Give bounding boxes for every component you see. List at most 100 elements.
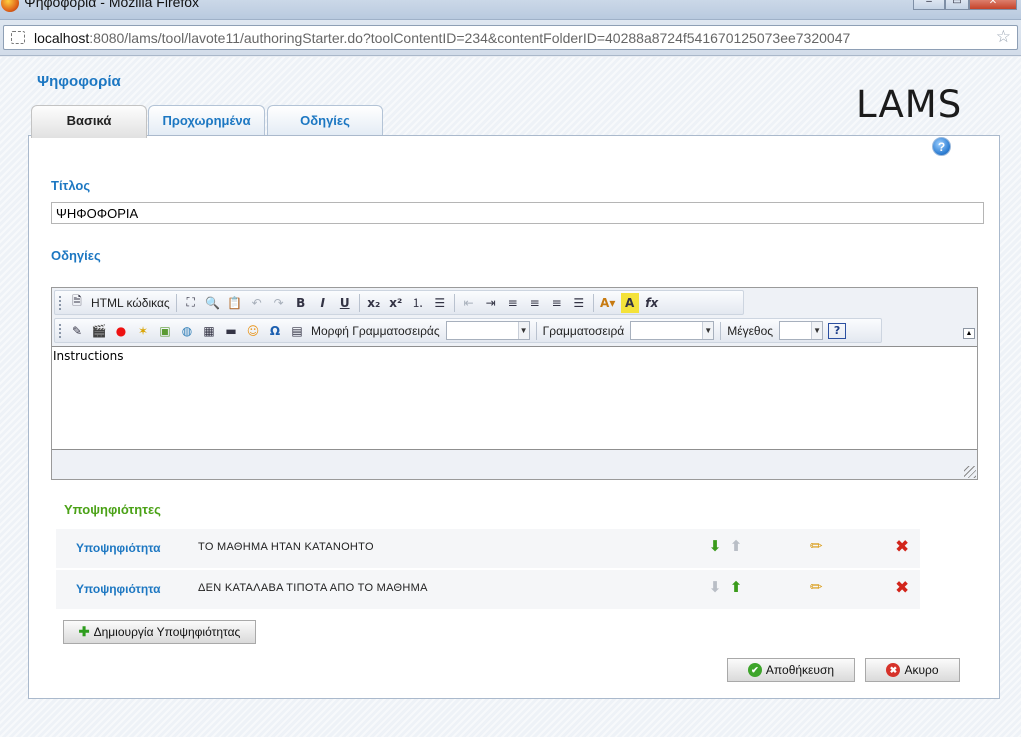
size-label: Μέγεθος	[727, 323, 774, 338]
move-down-icon[interactable]: ⬇	[707, 539, 723, 555]
candidate-row: Υποψηφιότητα ΤΟ ΜΑΘΗΜΑ ΗΤΑΝ ΚΑΤΑΝΟΗΤΟ ⬇ …	[56, 529, 920, 569]
save-label: Αποθήκευση	[765, 663, 835, 677]
candidate-label: Υποψηφιότητα	[76, 582, 161, 596]
chevron-down-icon: ▼	[811, 322, 823, 339]
align-right-icon[interactable]: ≡	[548, 293, 566, 313]
image-icon[interactable]: ▣	[156, 321, 174, 341]
formula-icon[interactable]: fx	[643, 293, 661, 313]
resize-handle[interactable]	[964, 466, 976, 478]
page-title: Ψηφοφορία	[37, 73, 121, 90]
justify-icon[interactable]: ☰	[570, 293, 588, 313]
move-up-icon[interactable]: ⬆	[728, 580, 744, 596]
html-source-icon: 🗎	[72, 294, 82, 308]
video-icon[interactable]: 🎬	[90, 321, 108, 341]
lams-logo: LAMS	[856, 83, 962, 126]
toolbar-separator	[592, 293, 594, 312]
tab-basic[interactable]: Βασικά	[31, 105, 147, 138]
paste-icon[interactable]: 📋	[226, 293, 244, 313]
redo-icon[interactable]: ↷	[270, 293, 288, 313]
font-select[interactable]: ▼	[630, 321, 715, 340]
numbered-list-icon[interactable]: ⒈	[409, 293, 427, 313]
url-path: :8080/lams/tool/lavote11/authoringStarte…	[89, 30, 851, 46]
chevron-down-icon: ▼	[517, 322, 529, 339]
font-format-select[interactable]: ▼	[445, 321, 530, 340]
outdent-icon[interactable]: ⇤	[460, 293, 478, 313]
address-bar: localhost:8080/lams/tool/lavote11/author…	[0, 20, 1021, 56]
special-char-icon[interactable]: Ω	[266, 321, 284, 341]
smiley-icon[interactable]: ☺	[244, 321, 262, 341]
editor-toolbar-row-1: 🗎 HTML κώδικας ⛶ 🔍 📋 ↶ ↷ B I U x₂ x² ⒈ ☰…	[54, 290, 744, 315]
toolbar-grip	[59, 295, 62, 310]
subscript-icon[interactable]: x₂	[365, 293, 383, 313]
editor-toolbar-row-2: ✎ 🎬 ● ✶ ▣ ◍ ▦ ▬ ☺ Ω ▤ Μορφή Γραμματοσειρ…	[54, 318, 882, 343]
horizontal-rule-icon[interactable]: ▬	[222, 321, 240, 341]
minimize-icon[interactable]: –	[913, 0, 945, 10]
underline-icon[interactable]: U	[336, 293, 354, 313]
close-icon[interactable]: ✕	[969, 0, 1017, 10]
undo-icon[interactable]: ↶	[248, 293, 266, 313]
paint-icon[interactable]: ✎	[68, 321, 86, 341]
align-center-icon[interactable]: ≡	[526, 293, 544, 313]
save-button[interactable]: ✔ Αποθήκευση	[727, 658, 855, 682]
url-field[interactable]: localhost:8080/lams/tool/lavote11/author…	[3, 25, 1018, 50]
text-color-icon[interactable]: A▾	[599, 293, 617, 313]
candidate-text: ΔΕΝ ΚΑΤΑΛΑΒΑ ΤΙΠΟΤΑ ΑΠΟ ΤΟ ΜΑΘΗΜΑ	[198, 582, 428, 594]
plus-icon: ✚	[78, 624, 90, 639]
instructions-editor-body[interactable]: Instructions	[52, 346, 977, 450]
candidate-row: Υποψηφιότητα ΔΕΝ ΚΑΤΑΛΑΒΑ ΤΙΠΟΤΑ ΑΠΟ ΤΟ …	[56, 570, 920, 610]
italic-icon[interactable]: I	[314, 293, 332, 313]
preview-icon[interactable]: 🔍	[204, 293, 222, 313]
candidate-label: Υποψηφιότητα	[76, 541, 161, 555]
toolbar-separator	[720, 321, 722, 340]
instructions-label: Οδηγίες	[51, 248, 101, 263]
candidate-text: ΤΟ ΜΑΘΗΜΑ ΗΤΑΝ ΚΑΤΑΝΟΗΤΟ	[198, 541, 374, 553]
toolbar-separator	[175, 293, 177, 312]
cancel-label: Ακυρο	[904, 663, 939, 677]
firefox-icon	[1, 0, 19, 12]
delete-icon[interactable]: ✖	[895, 538, 911, 556]
url-host: localhost	[34, 30, 90, 46]
edit-pencil-icon[interactable]: ✏	[810, 538, 828, 556]
help-icon[interactable]: ?	[932, 137, 951, 156]
candidates-heading: Υποψηφιότητες	[64, 502, 161, 517]
page: Ψηφοφορία LAMS Βασικά Προχωρημένα Οδηγίε…	[0, 57, 1021, 737]
add-candidate-button[interactable]: ✚ Δημιουργία Υποψηφιότητας	[63, 620, 256, 644]
bulleted-list-icon[interactable]: ☰	[431, 293, 449, 313]
bookmark-star-icon[interactable]: ☆	[996, 27, 1011, 47]
tab-advanced[interactable]: Προχωρημένα	[148, 105, 265, 135]
tab-label: Οδηγίες	[300, 113, 350, 128]
page-break-icon[interactable]: ▤	[288, 321, 306, 341]
cancel-button[interactable]: ✖ Ακυρο	[865, 658, 960, 682]
logo-text: LAMS	[856, 83, 963, 126]
delete-icon[interactable]: ✖	[895, 579, 911, 597]
size-select[interactable]: ▼	[779, 321, 824, 340]
record-icon[interactable]: ●	[112, 321, 130, 341]
url-text: localhost:8080/lams/tool/lavote11/author…	[34, 30, 850, 46]
table-icon[interactable]: ▦	[200, 321, 218, 341]
page-icon	[11, 31, 25, 44]
bold-icon[interactable]: B	[292, 293, 310, 313]
align-left-icon[interactable]: ≡	[504, 293, 522, 313]
rich-text-editor: 🗎 HTML κώδικας ⛶ 🔍 📋 ↶ ↷ B I U x₂ x² ⒈ ☰…	[51, 287, 978, 480]
indent-icon[interactable]: ⇥	[482, 293, 500, 313]
toolbar-separator	[358, 293, 360, 312]
collapse-toolbar-icon[interactable]: ▲	[963, 328, 975, 339]
font-format-label: Μορφή Γραμματοσειράς	[311, 323, 440, 338]
globe-icon[interactable]: ◍	[178, 321, 196, 341]
window-title: Ψηφοφορία - Mozilla Firefox	[24, 0, 200, 10]
edit-pencil-icon[interactable]: ✏	[810, 579, 828, 597]
maximize-icon[interactable]: ▭	[945, 0, 969, 10]
check-icon: ✔	[747, 663, 762, 677]
sparkle-icon[interactable]: ✶	[134, 321, 152, 341]
help-button[interactable]: ?	[828, 322, 847, 339]
background-color-icon[interactable]: A	[620, 292, 639, 313]
move-up-icon: ⬆	[729, 538, 743, 555]
font-label: Γραμματοσειρά	[542, 323, 625, 338]
tab-instructions[interactable]: Οδηγίες	[267, 105, 383, 135]
superscript-icon[interactable]: x²	[387, 293, 405, 313]
maximize-editor-icon[interactable]: ⛶	[182, 293, 200, 313]
toolbar-separator	[535, 321, 537, 340]
title-input[interactable]	[51, 202, 984, 224]
add-candidate-label: Δημιουργία Υποψηφιότητας	[93, 625, 241, 639]
html-source-button[interactable]: HTML κώδικας	[91, 296, 170, 310]
